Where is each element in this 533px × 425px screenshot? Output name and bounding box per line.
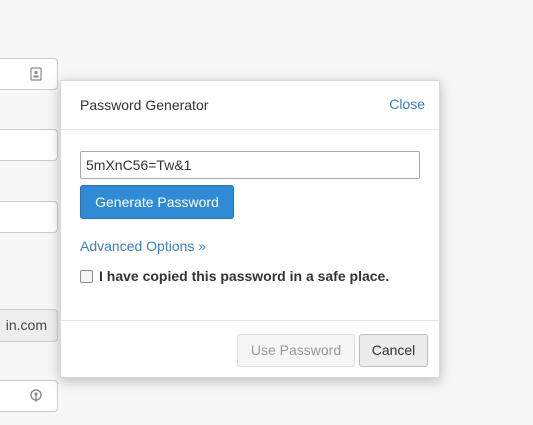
domain-addon: in.com <box>0 309 58 342</box>
generate-password-button[interactable]: Generate Password <box>80 185 234 219</box>
close-link[interactable]: Close <box>389 96 425 112</box>
use-password-button[interactable]: Use Password <box>237 334 355 367</box>
key-icon <box>29 389 43 403</box>
popover-footer: Use Password Cancel <box>61 320 439 378</box>
background-field-4[interactable] <box>0 380 58 412</box>
copied-confirmation-label[interactable]: I have copied this password in a safe pl… <box>99 268 389 284</box>
domain-addon-text: in.com <box>5 317 47 333</box>
advanced-options-link[interactable]: Advanced Options » <box>80 238 206 254</box>
background-field-1[interactable] <box>0 58 58 90</box>
popover-header: Password Generator Close <box>61 81 439 130</box>
copied-confirmation-checkbox[interactable] <box>80 269 93 283</box>
generated-password-input[interactable] <box>80 151 420 179</box>
popover-title: Password Generator <box>80 97 209 113</box>
cancel-button[interactable]: Cancel <box>359 334 428 367</box>
copied-confirmation-row: I have copied this password in a safe pl… <box>80 268 389 284</box>
background-field-2[interactable] <box>0 129 58 161</box>
password-generator-popover: Password Generator Close Generate Passwo… <box>60 80 440 378</box>
id-card-icon <box>29 67 43 81</box>
background-field-3[interactable] <box>0 201 58 233</box>
